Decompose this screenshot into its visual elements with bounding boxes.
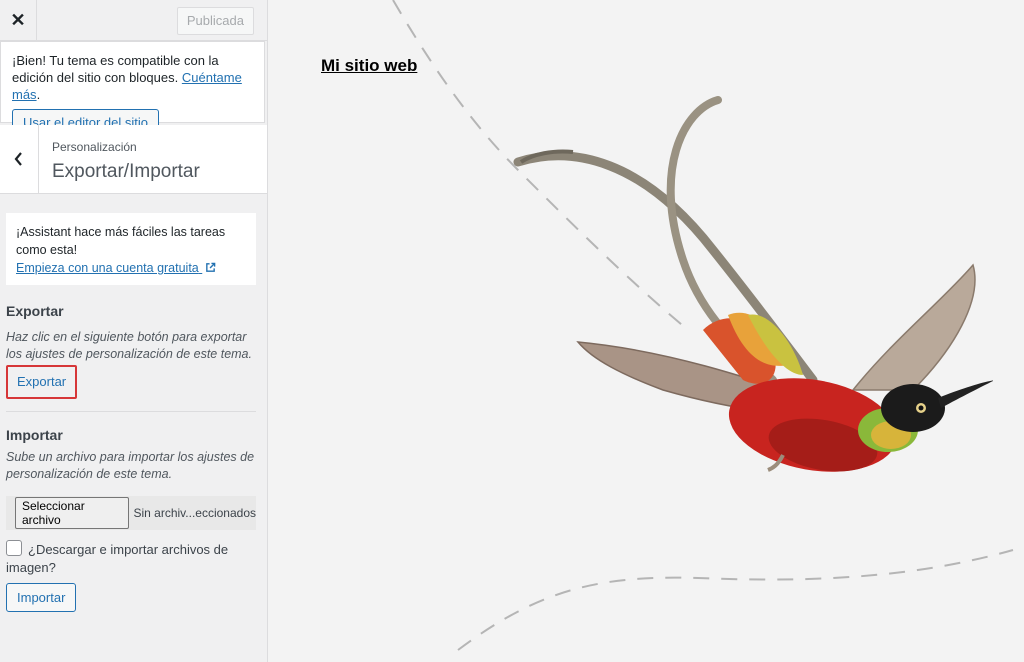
publish-button[interactable]: Publicada (176, 7, 254, 35)
import-button[interactable]: Importar (6, 583, 77, 612)
choose-file-button[interactable]: Seleccionar archivo (15, 497, 130, 529)
site-title[interactable]: Mi sitio web (321, 56, 417, 76)
notice-period: . (36, 87, 41, 102)
divider (6, 411, 256, 412)
breadcrumb: Personalización (52, 140, 137, 154)
download-images-checkbox[interactable] (6, 540, 22, 556)
close-button[interactable]: ✕ (0, 0, 37, 40)
block-theme-notice: ¡Bien! Tu tema es compatible con la edic… (0, 41, 265, 137)
export-heading: Exportar (6, 303, 64, 319)
section-title: Exportar/Importar (52, 161, 200, 182)
chevron-left-icon (14, 152, 22, 166)
section-header: Personalización Exportar/Importar (0, 125, 267, 194)
hummingbird-illustration (513, 96, 993, 472)
import-heading: Importar (6, 427, 63, 443)
file-status: Sin archiv...eccionados (133, 506, 256, 520)
close-icon: ✕ (10, 9, 26, 30)
free-account-link[interactable]: Empieza con una cuenta gratuita (16, 261, 216, 275)
download-images-label: ¿Descargar e importar archivos de imagen… (6, 542, 229, 575)
import-description: Sube un archivo para importar los ajuste… (6, 450, 255, 481)
back-button[interactable] (0, 125, 39, 193)
customizer-header: ✕ Publicada (0, 0, 267, 41)
export-description: Haz clic en el siguiente botón para expo… (6, 330, 252, 361)
customizer-sidebar: ✕ Publicada ¡Bien! Tu tema es compatible… (0, 0, 268, 662)
assistant-box: ¡Assistant hace más fáciles las tareas c… (6, 213, 256, 285)
export-highlight: Exportar (6, 365, 78, 399)
assistant-text: ¡Assistant hace más fáciles las tareas c… (16, 225, 226, 257)
download-images-option: ¿Descargar e importar archivos de imagen… (6, 540, 256, 577)
external-link-icon (206, 262, 216, 272)
export-button[interactable]: Exportar (9, 368, 74, 396)
free-account-link-label: Empieza con una cuenta gratuita (16, 261, 199, 275)
site-preview: Mi sitio web (268, 0, 1024, 662)
file-input: Seleccionar archivo Sin archiv...ecciona… (6, 496, 256, 530)
